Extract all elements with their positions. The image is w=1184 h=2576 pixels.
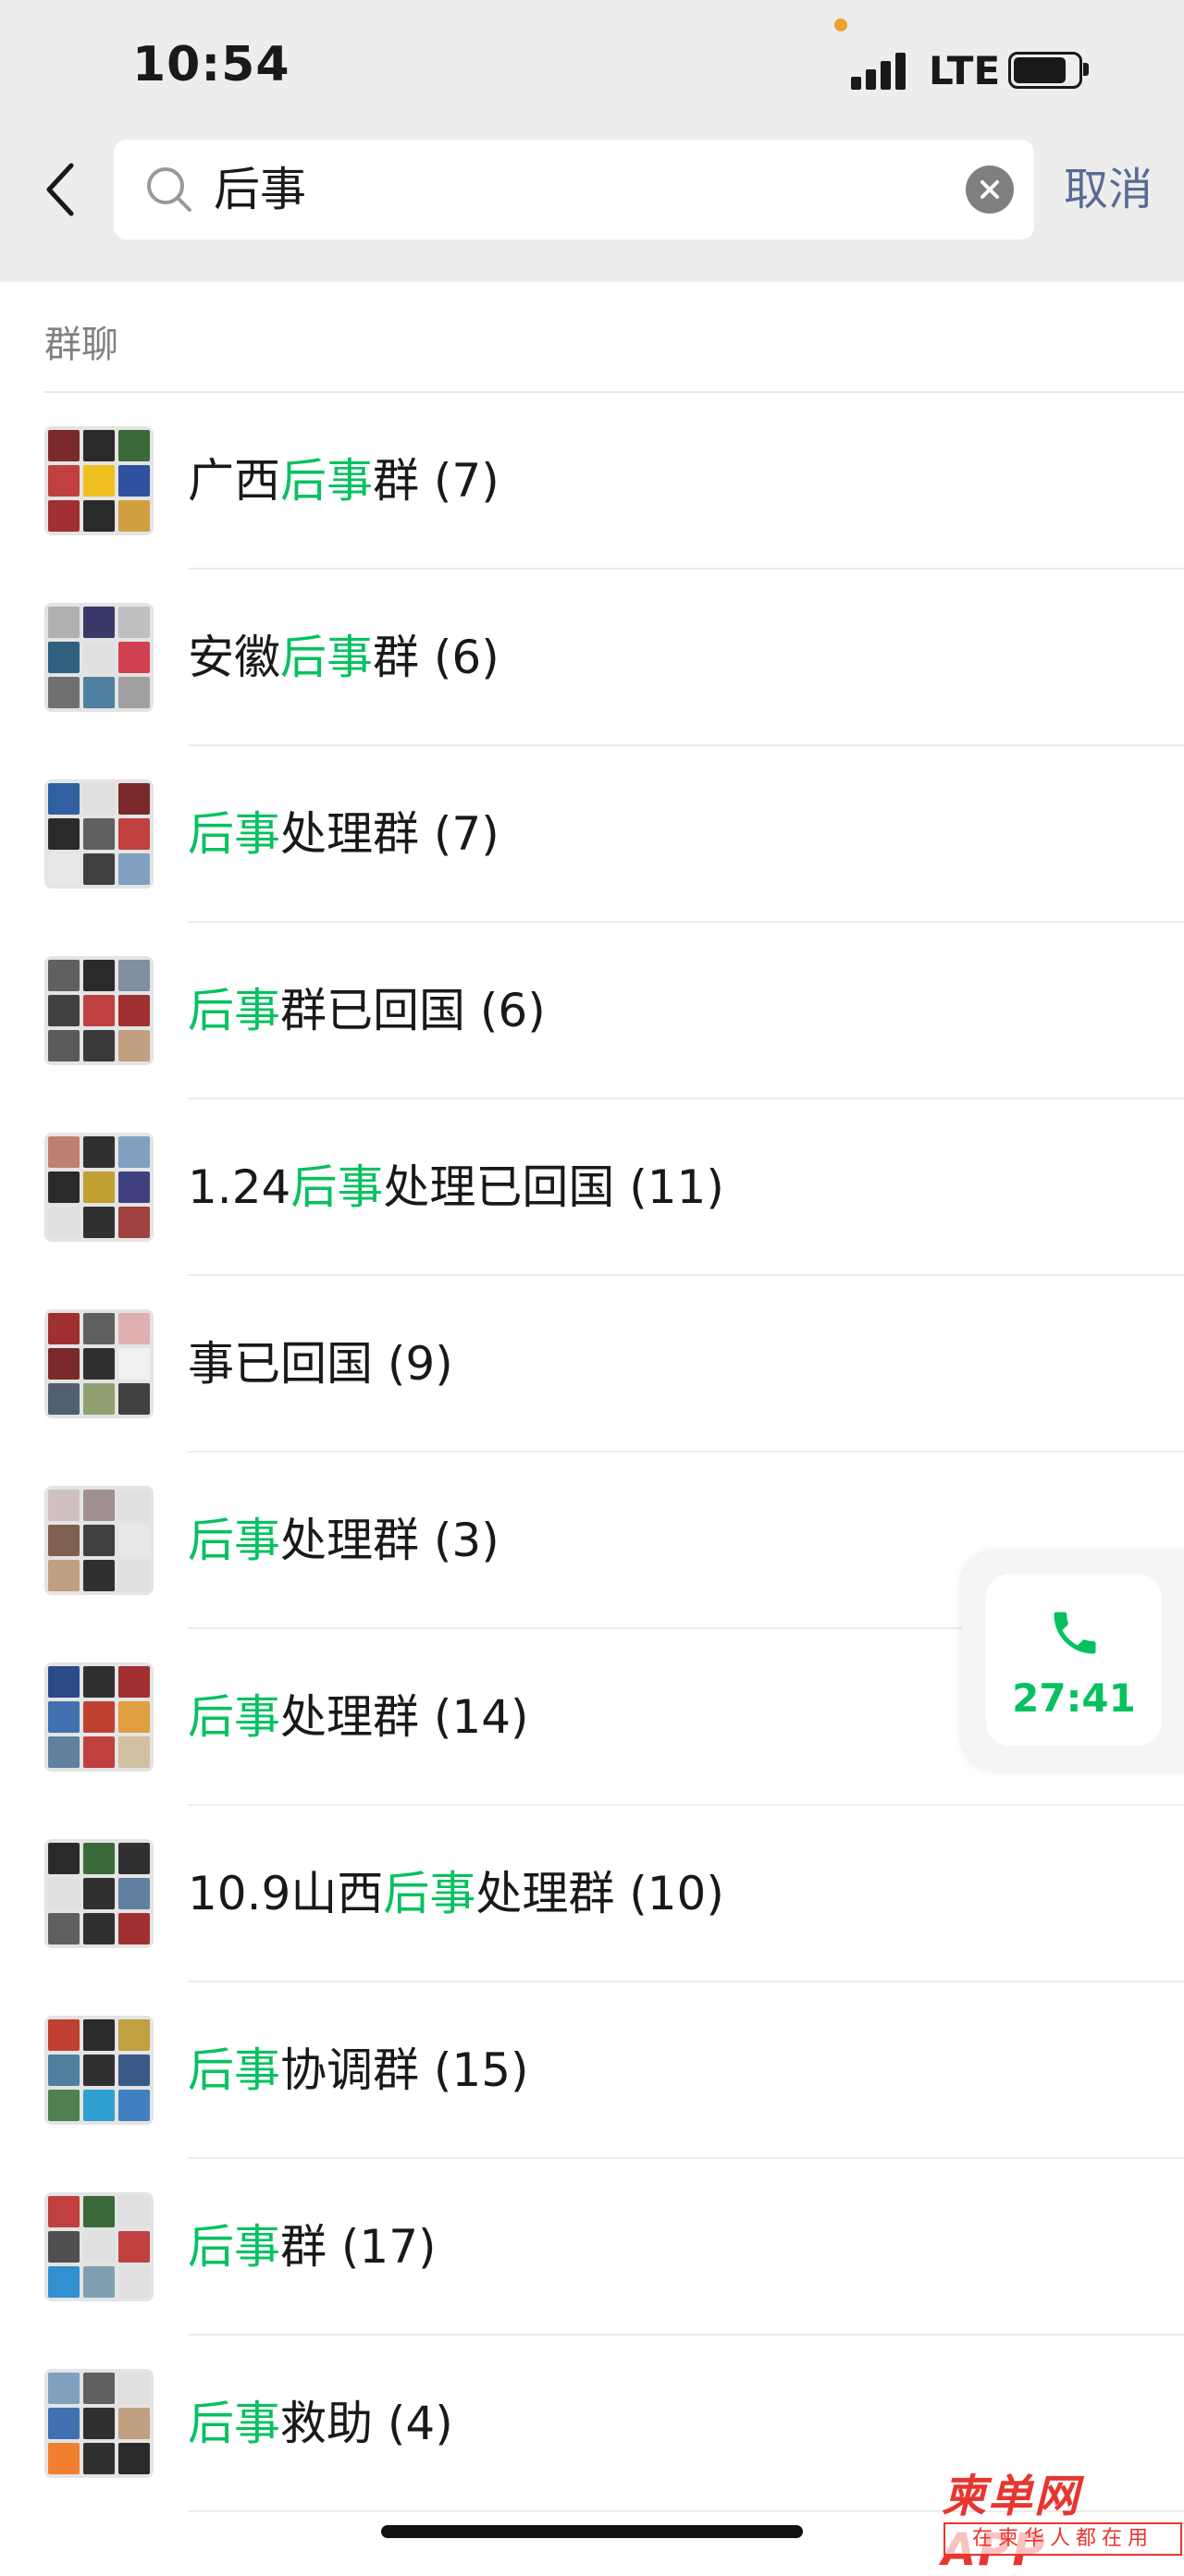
- member-count: (14): [419, 1690, 529, 1744]
- group-name-suffix: 群已回国: [280, 984, 465, 1037]
- member-count: (17): [327, 2220, 437, 2274]
- group-avatar: [44, 1133, 154, 1242]
- group-name-prefix: 安徽: [188, 631, 280, 684]
- group-avatar: [44, 1486, 154, 1595]
- search-value: 后事: [214, 163, 306, 216]
- cancel-button[interactable]: 取消: [1064, 160, 1153, 219]
- list-item[interactable]: 后事协调群 (15): [0, 1982, 1184, 2159]
- call-card[interactable]: 27:41: [986, 1574, 1162, 1746]
- call-duration: 27:41: [1012, 1675, 1136, 1721]
- group-name: 1.24后事处理已回国 (11): [188, 1157, 724, 1218]
- member-count: (7): [419, 454, 500, 508]
- group-name-highlight: 后事: [188, 2220, 280, 2274]
- group-name: 后事协调群 (15): [188, 2040, 529, 2101]
- group-name-suffix: 协调群: [280, 2043, 419, 2097]
- group-name: 事已回国 (9): [188, 1333, 453, 1394]
- group-name-suffix: 处理已回国: [383, 1160, 615, 1214]
- group-name-highlight: 后事: [290, 1160, 384, 1214]
- member-count: (6): [465, 984, 546, 1037]
- group-name-highlight: 后事: [280, 454, 373, 508]
- group-avatar: [44, 2192, 154, 2301]
- group-avatar: [44, 1662, 154, 1772]
- group-name-prefix: 广西: [188, 454, 280, 508]
- group-name: 10.9山西后事处理群 (10): [188, 1863, 724, 1924]
- member-count: (15): [419, 2043, 529, 2097]
- battery-icon: [1008, 52, 1090, 89]
- group-avatar: [44, 603, 154, 712]
- search-icon: [142, 162, 197, 217]
- group-name: 安徽后事群 (6): [188, 627, 500, 688]
- group-name: 后事处理群 (14): [188, 1687, 529, 1748]
- member-count: (4): [373, 2397, 453, 2450]
- group-avatar: [44, 956, 154, 1065]
- group-name: 后事处理群 (3): [188, 1510, 500, 1571]
- status-time: 10:54: [132, 37, 290, 92]
- network-label: LTE: [929, 48, 1001, 93]
- list-item[interactable]: 安徽后事群 (6): [0, 570, 1184, 746]
- member-count: (6): [419, 631, 500, 684]
- group-avatar: [44, 2016, 154, 2125]
- group-name-highlight: 后事: [188, 2397, 280, 2450]
- group-name-suffix: 群: [373, 454, 419, 508]
- group-name-highlight: 后事: [188, 1690, 280, 1744]
- group-name: 广西后事群 (7): [188, 450, 500, 511]
- list-item[interactable]: 后事群已回国 (6): [0, 923, 1184, 1099]
- group-avatar: [44, 1309, 154, 1418]
- group-avatar: [44, 2369, 154, 2478]
- group-name-highlight: 后事: [188, 1514, 280, 1567]
- group-name-highlight: 后事: [280, 631, 373, 684]
- member-count: (11): [614, 1160, 724, 1214]
- group-avatar: [44, 426, 154, 535]
- group-name-suffix: 群: [280, 2220, 327, 2274]
- list-item[interactable]: 事已回国 (9): [0, 1276, 1184, 1453]
- floating-call-window[interactable]: 27:41: [962, 1552, 1184, 1770]
- group-name-suffix: 救助: [280, 2397, 373, 2450]
- member-count: (3): [419, 1514, 500, 1567]
- group-name: 后事群已回国 (6): [188, 980, 546, 1041]
- list-item[interactable]: 1.24后事处理已回国 (11): [0, 1099, 1184, 1276]
- group-name-suffix: 处理群: [280, 1690, 419, 1744]
- member-count: (9): [373, 1337, 453, 1391]
- group-name: 后事处理群 (7): [188, 803, 500, 865]
- group-name-highlight: 后事: [383, 1867, 476, 1920]
- clear-icon[interactable]: [966, 166, 1014, 214]
- group-name-prefix: 1.24: [188, 1160, 291, 1214]
- group-name: 后事救助 (4): [188, 2393, 453, 2454]
- group-name-highlight: 后事: [188, 2043, 280, 2097]
- back-icon[interactable]: [32, 157, 88, 222]
- list-item[interactable]: 后事处理群 (7): [0, 746, 1184, 923]
- group-name-suffix: 事已回国: [188, 1337, 373, 1391]
- group-name-highlight: 后事: [188, 807, 280, 861]
- list-item[interactable]: 广西后事群 (7): [0, 393, 1184, 570]
- signal-icon: [851, 51, 908, 90]
- group-name: 后事群 (17): [188, 2216, 437, 2277]
- group-name-suffix: 处理群: [475, 1867, 615, 1920]
- group-name-highlight: 后事: [188, 984, 280, 1037]
- group-avatar: [44, 1839, 154, 1948]
- phone-icon: [1047, 1605, 1103, 1661]
- list-item[interactable]: 10.9山西后事处理群 (10): [0, 1806, 1184, 1982]
- search-header: 10:54 LTE 后事 取消: [0, 0, 1184, 282]
- home-indicator[interactable]: [381, 2525, 803, 2538]
- mic-indicator-dot: [834, 18, 847, 31]
- search-input[interactable]: 后事: [114, 140, 1034, 239]
- section-title: 群聊: [44, 324, 118, 366]
- group-name-suffix: 处理群: [280, 1514, 419, 1567]
- group-name-prefix: 10.9山西: [188, 1867, 384, 1920]
- group-name-suffix: 群: [373, 631, 419, 684]
- watermark-tagline: 在柬华人都在用: [944, 2522, 1182, 2556]
- member-count: (10): [614, 1867, 724, 1920]
- watermark-logo: 柬单网APP 在柬华人都在用: [942, 2459, 1184, 2576]
- group-name-suffix: 处理群: [280, 807, 419, 861]
- member-count: (7): [419, 807, 500, 861]
- list-item[interactable]: 后事群 (17): [0, 2159, 1184, 2336]
- watermark-brand: 柬单网APP: [942, 2471, 1081, 2576]
- group-avatar: [44, 779, 154, 889]
